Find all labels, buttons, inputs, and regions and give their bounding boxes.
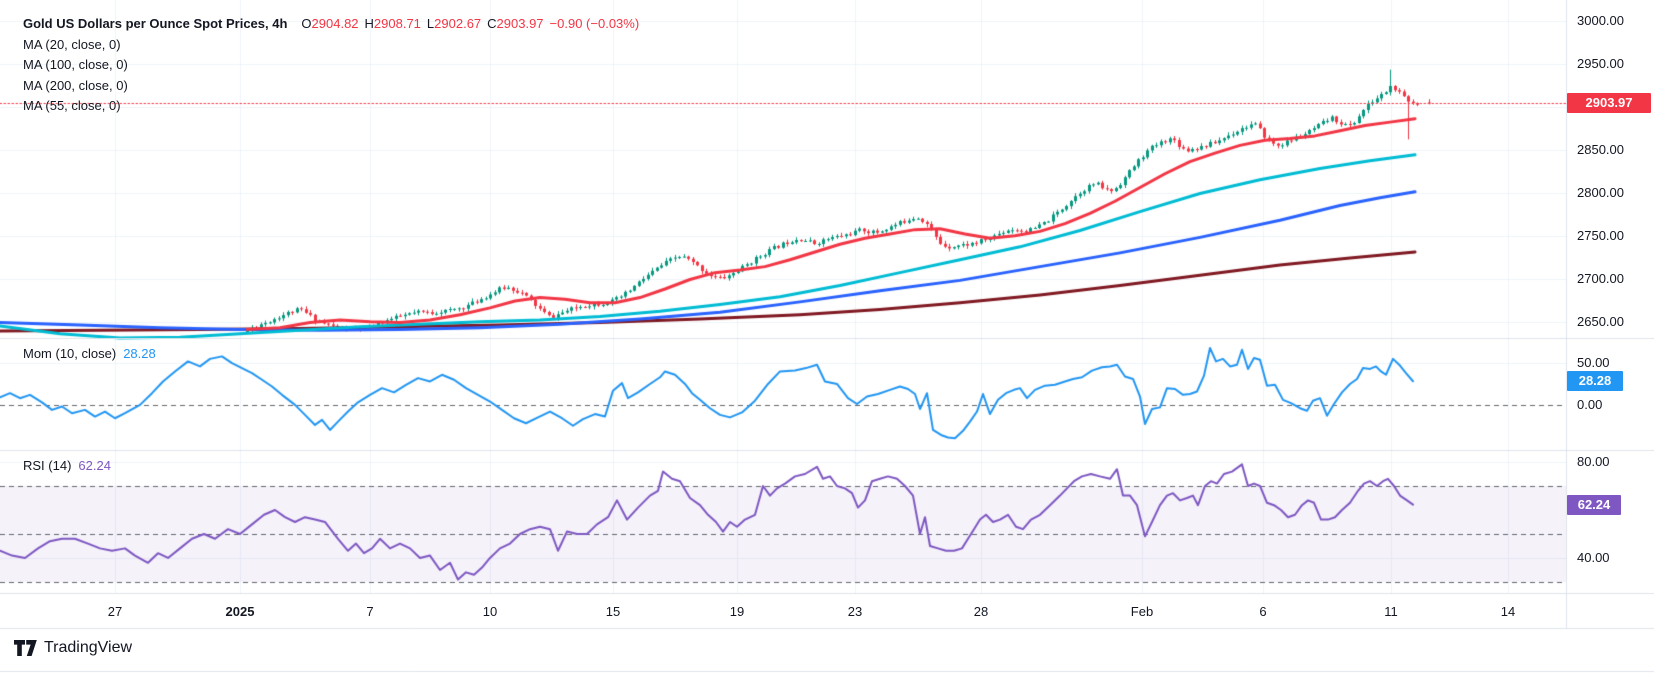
change-value: −0.90 (−0.03%) xyxy=(550,16,640,31)
indicator-row-ma55[interactable]: MA (55, close, 0) xyxy=(23,96,639,117)
tradingview-chart: 3000.002950.002850.002800.002750.002700.… xyxy=(0,0,1654,674)
momentum-value-badge: 28.28 xyxy=(1567,371,1623,391)
momentum-legend[interactable]: Mom (10, close) 28.28 xyxy=(23,346,156,361)
legend: Gold US Dollars per Ounce Spot Prices, 4… xyxy=(23,14,639,117)
rsi-value: 62.24 xyxy=(78,458,111,473)
open-label: O xyxy=(301,16,311,31)
tradingview-branding[interactable]: TradingView xyxy=(14,639,132,657)
rsi-value-badge: 62.24 xyxy=(1567,495,1621,515)
tradingview-logo-icon xyxy=(14,640,37,656)
symbol-title: Gold US Dollars per Ounce Spot Prices, 4… xyxy=(23,16,287,31)
ohlc-readout: O2904.82H2908.71L2902.67C2903.97−0.90 (−… xyxy=(295,16,639,31)
momentum-value: 28.28 xyxy=(123,346,156,361)
indicator-row-ma100[interactable]: MA (100, close, 0) xyxy=(23,55,639,76)
momentum-name: Mom (10, close) xyxy=(23,346,116,361)
high-value: 2908.71 xyxy=(374,16,421,31)
open-value: 2904.82 xyxy=(312,16,359,31)
tradingview-logo-text: TradingView xyxy=(44,639,132,657)
indicator-row-ma20[interactable]: MA (20, close, 0) xyxy=(23,35,639,56)
close-label: C xyxy=(487,16,496,31)
high-label: H xyxy=(365,16,374,31)
last-price-badge: 2903.97 xyxy=(1567,93,1651,113)
indicator-row-ma200[interactable]: MA (200, close, 0) xyxy=(23,76,639,97)
rsi-legend[interactable]: RSI (14) 62.24 xyxy=(23,458,111,473)
rsi-name: RSI (14) xyxy=(23,458,71,473)
symbol-title-row[interactable]: Gold US Dollars per Ounce Spot Prices, 4… xyxy=(23,14,639,35)
time-axis[interactable] xyxy=(0,593,1654,628)
low-value: 2902.67 xyxy=(434,16,481,31)
close-value: 2903.97 xyxy=(497,16,544,31)
